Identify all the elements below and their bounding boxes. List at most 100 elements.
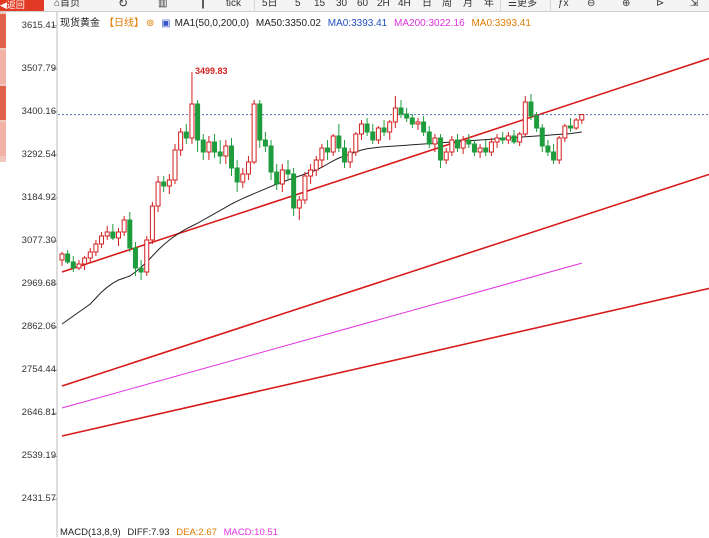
y-tick-label: 3507.79	[21, 62, 56, 74]
candle-body	[545, 145, 551, 153]
candle-body	[93, 243, 99, 253]
candle-body	[76, 263, 82, 269]
ma0-label-b: MA0:3393.41	[471, 18, 531, 29]
candle-body	[200, 139, 206, 153]
candle-body	[460, 139, 466, 149]
y-tick-label: 3400.16	[21, 105, 56, 117]
candle-body	[381, 127, 387, 133]
channel-line-1	[61, 57, 709, 273]
candle-body	[279, 169, 285, 185]
candle-body	[121, 219, 127, 233]
candle-body	[528, 101, 534, 117]
candle-body	[302, 175, 308, 201]
candle-body	[455, 139, 460, 149]
candle-body	[155, 181, 161, 207]
candle-body	[409, 117, 415, 125]
candle-body	[562, 125, 568, 139]
candle-body	[432, 137, 438, 145]
candle-body	[347, 151, 353, 163]
candle-body	[217, 151, 223, 157]
candle-body	[534, 115, 540, 129]
candle-body	[488, 141, 494, 153]
candle-body	[387, 121, 393, 133]
y-tick-label: 2646.81	[21, 407, 56, 419]
candle-body	[517, 133, 523, 143]
candle-body	[483, 147, 489, 153]
candle-body	[172, 149, 178, 181]
candle-body	[161, 181, 167, 187]
candle-body	[443, 151, 449, 161]
candle-body	[568, 125, 573, 129]
candle-body	[251, 103, 257, 163]
candle-body	[285, 169, 291, 175]
candle-body	[404, 113, 410, 119]
candle-body	[375, 127, 381, 141]
instrument-name: 现货黄金	[60, 18, 100, 29]
candle-body	[149, 205, 155, 241]
candle-body	[268, 145, 274, 173]
indicator-legend: 现货黄金 【日线】 ⊚ ▣ MA1(50,0,200,0) MA50:3350.02 …	[60, 14, 535, 29]
macd-legend: MACD(13,8,9) DIFF:7.93 DEA:2.67 MACD:10.…	[60, 527, 282, 538]
candle-body	[189, 103, 195, 139]
settings-icon[interactable]: ⊚	[146, 18, 154, 29]
candle-body	[511, 135, 517, 143]
y-tick-label: 2862.06	[21, 321, 56, 333]
candle-body	[358, 123, 364, 135]
candle-body	[291, 173, 297, 209]
indicator-icon: ▣	[161, 18, 171, 29]
candle-body	[195, 103, 201, 141]
candle-body	[65, 253, 71, 263]
macd-value: MACD:10.51	[223, 527, 278, 538]
candle-body	[82, 257, 88, 265]
y-tick-label: 2754.44	[21, 364, 56, 376]
macd-diff: DIFF:7.93	[127, 527, 170, 538]
candle-body	[392, 107, 398, 123]
candle-body	[494, 137, 500, 143]
candle-body	[505, 135, 511, 141]
candle-body	[539, 127, 545, 147]
candle-body	[449, 139, 455, 153]
candle-body	[471, 143, 477, 153]
candle-body	[104, 231, 110, 237]
candle-body	[551, 151, 557, 161]
price-chart[interactable]: 3499.83	[0, 0, 709, 537]
high-annotation: 3499.83	[195, 66, 228, 76]
candle-body	[59, 253, 65, 261]
candle-body	[522, 101, 528, 135]
macd-dea: DEA:2.67	[176, 527, 217, 538]
candle-body	[262, 139, 268, 147]
channel-line-3	[61, 287, 709, 437]
candle-body	[342, 147, 347, 163]
candle-body	[223, 145, 229, 157]
candle-body	[477, 147, 483, 153]
ma50-label: MA50:3350.02	[255, 18, 321, 29]
y-tick-label: 3615.41	[21, 19, 56, 31]
candle-body	[127, 219, 133, 249]
candle-body	[364, 123, 370, 133]
y-tick-label: 3184.92	[21, 192, 56, 204]
candle-body	[353, 133, 359, 153]
candle-body	[313, 159, 319, 171]
candle-body	[99, 235, 105, 245]
candle-body	[245, 161, 251, 175]
candle-body	[257, 103, 263, 141]
candle-body	[183, 131, 189, 139]
candle-body	[438, 137, 444, 161]
candle-body	[573, 119, 579, 129]
candle-body	[330, 135, 336, 153]
y-tick-label: 3292.54	[21, 148, 56, 160]
candle-body	[87, 251, 93, 259]
candle-body	[336, 135, 342, 149]
candle-body	[178, 131, 184, 151]
candle-body	[138, 267, 144, 273]
period-label: 【日线】	[104, 18, 144, 29]
candle-body	[144, 239, 150, 273]
candle-body	[212, 141, 218, 153]
candle-body	[370, 131, 376, 141]
candle-body	[110, 231, 116, 239]
y-tick-label: 2539.19	[21, 450, 56, 462]
candle-body	[70, 261, 76, 269]
candle-body	[296, 199, 302, 209]
y-tick-label: 2969.68	[21, 278, 56, 290]
candle-body	[556, 137, 562, 161]
